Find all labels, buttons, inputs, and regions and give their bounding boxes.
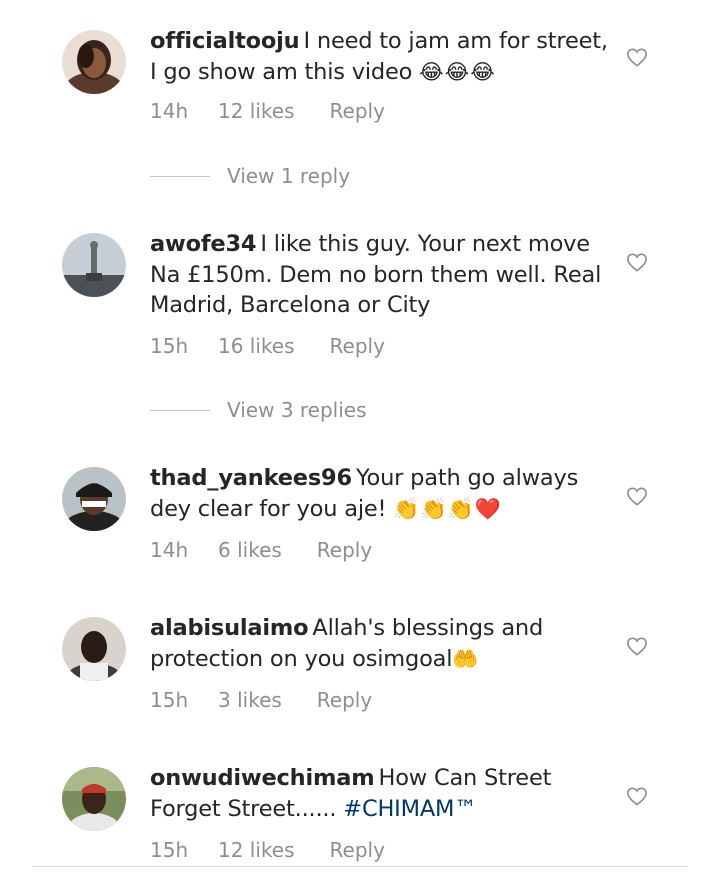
reply-button[interactable]: Reply xyxy=(317,688,372,712)
comment-text: alabisulaimo Allah's blessings and protec… xyxy=(150,613,608,674)
comment-meta: 15h 3 likes Reply xyxy=(150,688,372,712)
comment-timestamp: 14h xyxy=(150,99,189,123)
comment-text: thad_yankees96 Your path go always dey cl… xyxy=(150,463,608,524)
comment-timestamp: 15h xyxy=(150,688,189,712)
reply-button[interactable]: Reply xyxy=(330,99,385,123)
comment-likes-count[interactable]: 3 likes xyxy=(218,688,282,712)
heart-outline-icon[interactable] xyxy=(626,47,648,67)
reply-button[interactable]: Reply xyxy=(317,538,372,562)
avatar[interactable] xyxy=(62,30,126,94)
bottom-divider xyxy=(32,866,688,867)
comment-meta: 15h 16 likes Reply xyxy=(150,334,385,358)
heart-outline-icon[interactable] xyxy=(626,486,648,506)
replies-line xyxy=(150,175,210,177)
comment-username[interactable]: awofe34 xyxy=(150,231,257,257)
avatar[interactable] xyxy=(62,767,126,831)
comment-username[interactable]: thad_yankees96 xyxy=(150,465,352,491)
reply-button[interactable]: Reply xyxy=(330,838,385,862)
praying-hands-emoji: 🤲 xyxy=(452,646,480,671)
heart-outline-icon[interactable] xyxy=(626,636,648,656)
hashtag-link[interactable]: #CHIMAM™ xyxy=(343,796,476,822)
avatar[interactable] xyxy=(62,233,126,297)
laughing-emoji: 😂😂😂 xyxy=(419,59,496,84)
comment-text: officialtooju I need to jam am for street… xyxy=(150,26,608,87)
avatar[interactable] xyxy=(62,617,126,681)
comment-username[interactable]: officialtooju xyxy=(150,28,300,54)
comment-likes-count[interactable]: 12 likes xyxy=(218,99,295,123)
comment-meta: 15h 12 likes Reply xyxy=(150,838,385,862)
comment-likes-count[interactable]: 16 likes xyxy=(218,334,295,358)
comment-timestamp: 14h xyxy=(150,538,189,562)
reply-button[interactable]: Reply xyxy=(330,334,385,358)
heart-outline-icon[interactable] xyxy=(626,252,648,272)
view-replies-toggle[interactable]: View 1 reply xyxy=(150,164,350,188)
avatar[interactable] xyxy=(62,467,126,531)
heart-outline-icon[interactable] xyxy=(626,786,648,806)
comment-likes-count[interactable]: 6 likes xyxy=(218,538,282,562)
replies-line xyxy=(150,409,210,411)
comment-username[interactable]: onwudiwechimam xyxy=(150,765,375,791)
comment-text: awofe34 I like this guy. Your next move N… xyxy=(150,229,608,321)
comment-timestamp: 15h xyxy=(150,838,189,862)
view-replies-label[interactable]: View 3 replies xyxy=(227,398,367,422)
view-replies-label[interactable]: View 1 reply xyxy=(227,164,350,188)
comment-meta: 14h 12 likes Reply xyxy=(150,99,385,123)
comment-username[interactable]: alabisulaimo xyxy=(150,615,309,641)
comment-likes-count[interactable]: 12 likes xyxy=(218,838,295,862)
comment-text: onwudiwechimam How Can Street Forget Stre… xyxy=(150,763,608,824)
comment-meta: 14h 6 likes Reply xyxy=(150,538,372,562)
clapping-heart-emoji: 👏👏👏❤️ xyxy=(393,496,502,521)
comment-timestamp: 15h xyxy=(150,334,189,358)
view-replies-toggle[interactable]: View 3 replies xyxy=(150,398,367,422)
